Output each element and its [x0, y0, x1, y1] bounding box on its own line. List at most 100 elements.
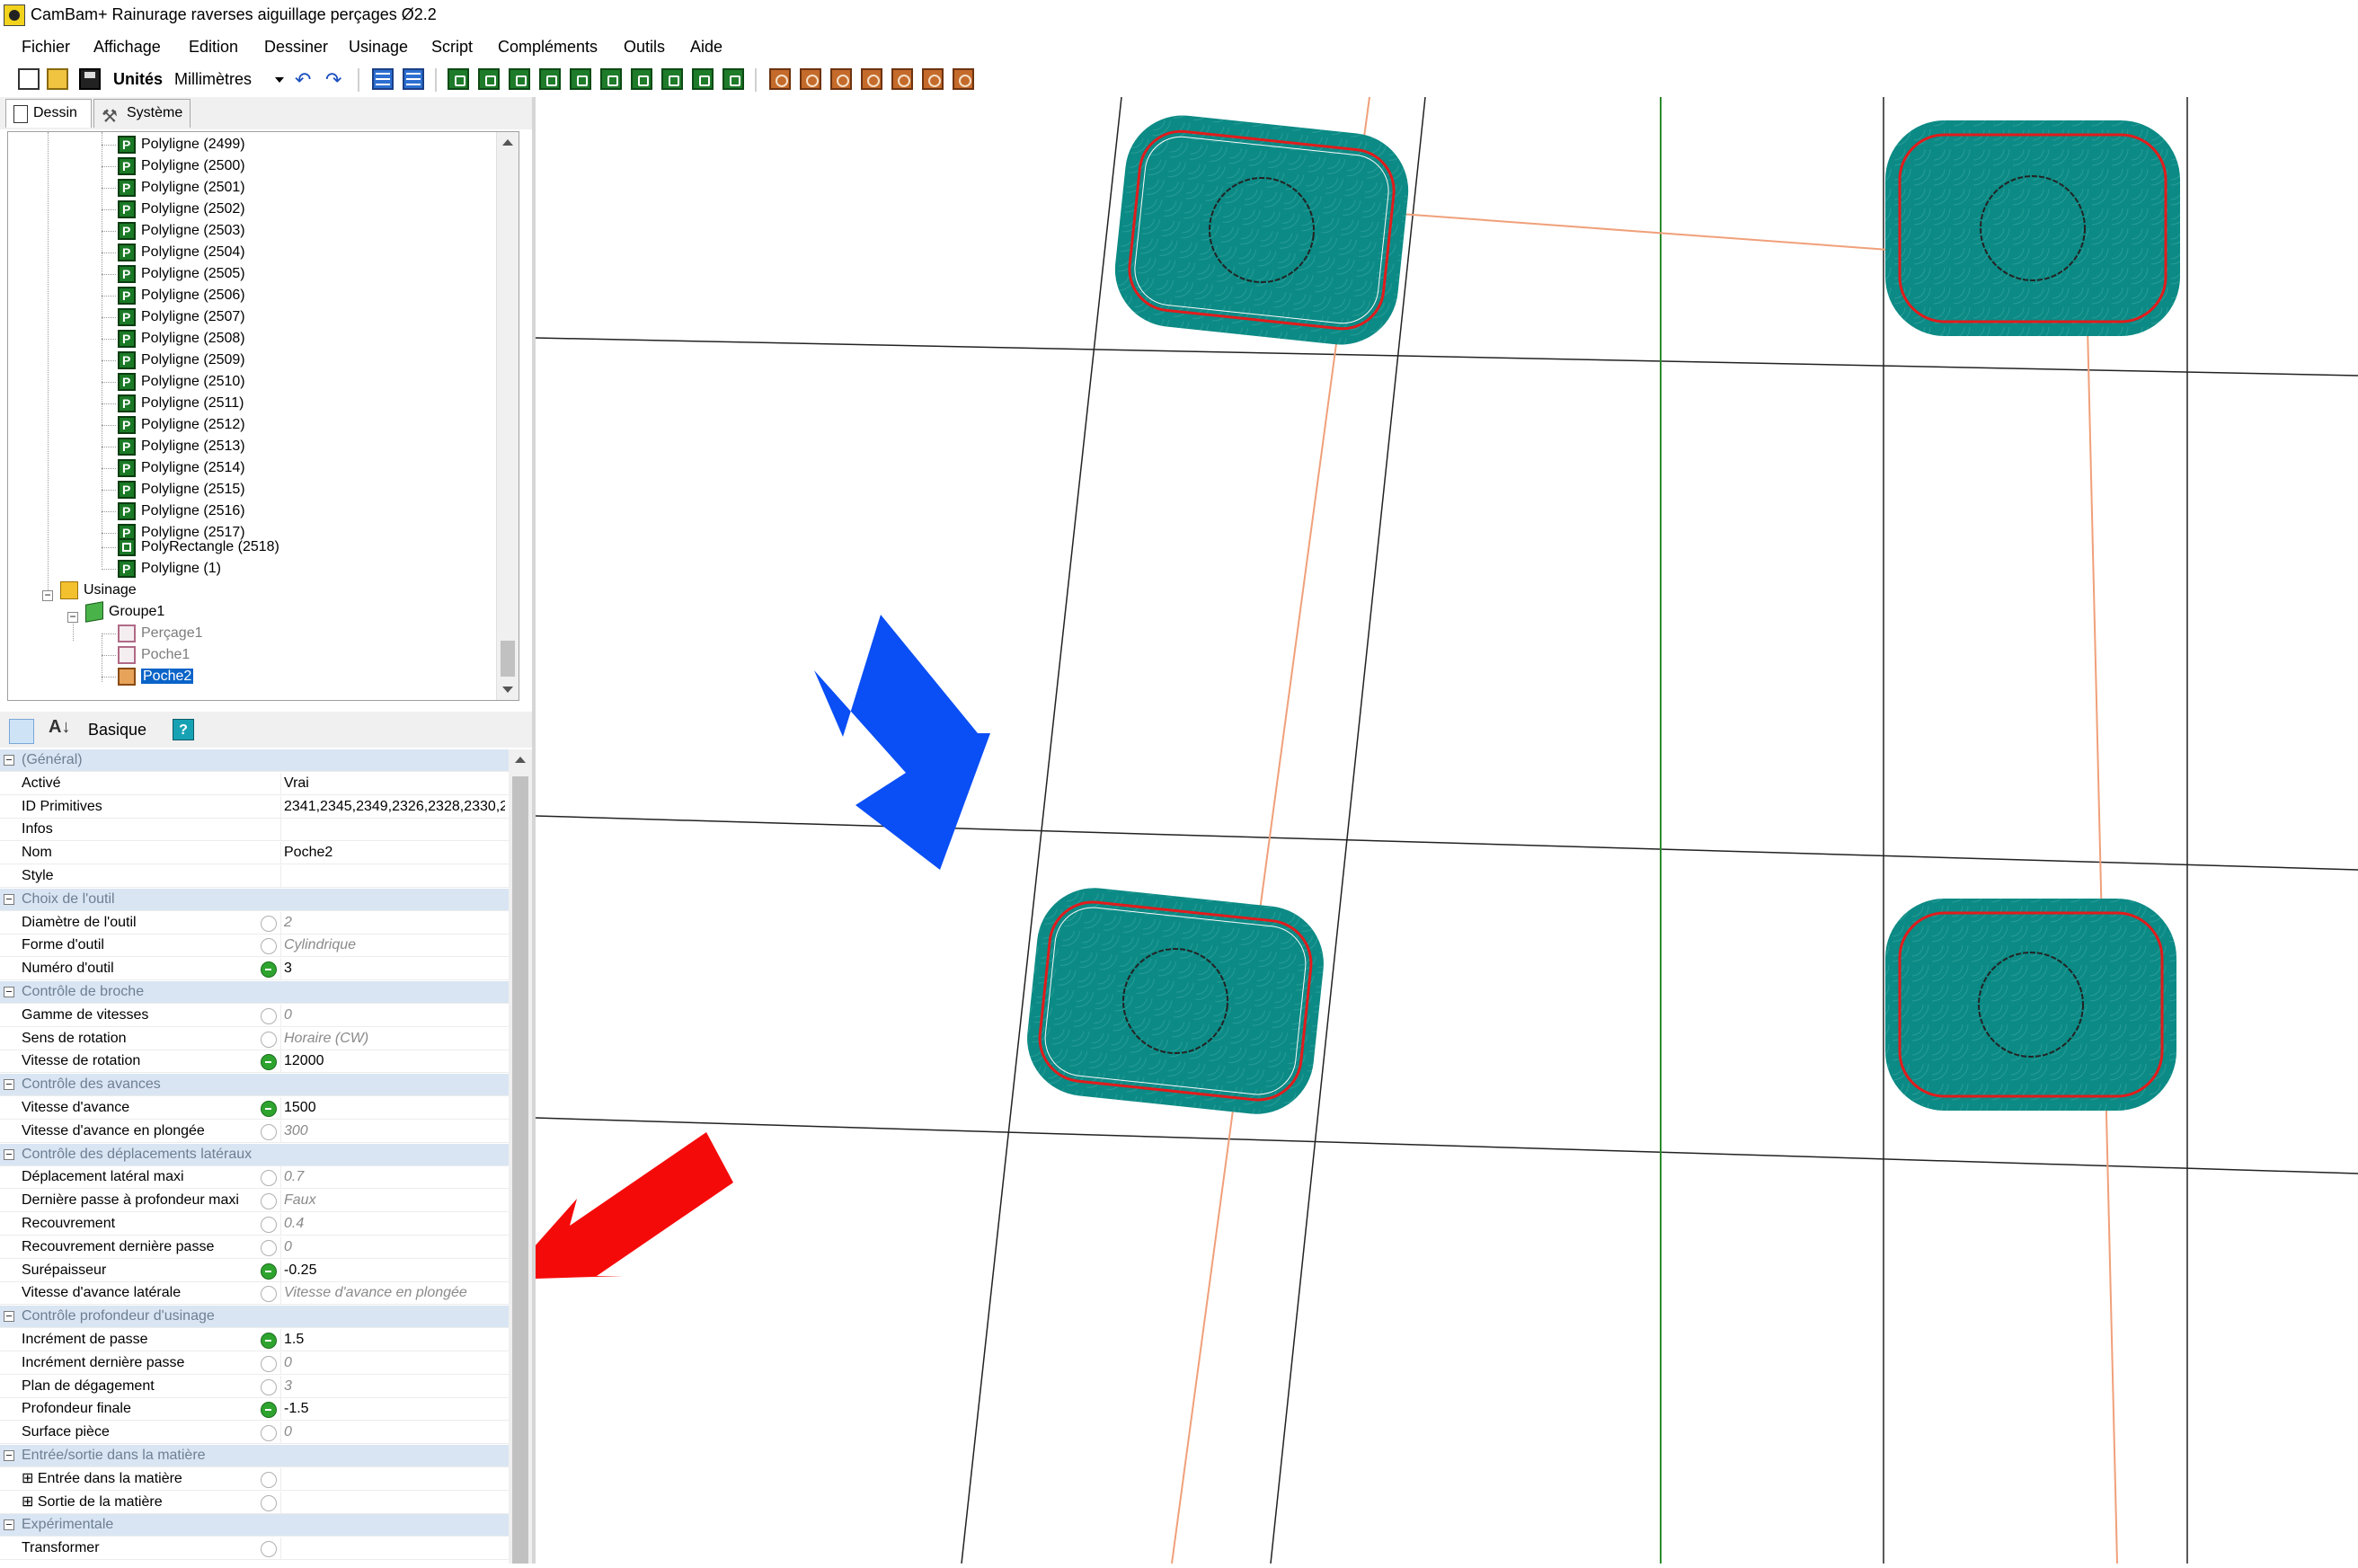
tree-item-polyline[interactable]: Polyligne (2503) — [102, 220, 245, 242]
property-row[interactable]: Surépaisseur -0.25 — [0, 1259, 509, 1282]
property-value[interactable]: 1500 — [284, 1097, 505, 1119]
property-category[interactable]: Contrôle de broche — [0, 981, 509, 1004]
property-row[interactable]: Vitesse d'avance latérale Vitesse d'avanc… — [0, 1282, 509, 1306]
drawing-canvas[interactable] — [505, 96, 2358, 1564]
op-pocket-icon[interactable] — [800, 68, 821, 90]
property-row[interactable]: Gamme de vitesses 0 — [0, 1004, 509, 1027]
pocket-shape[interactable] — [1885, 120, 2180, 336]
default-value-icon[interactable] — [261, 1123, 277, 1140]
property-value[interactable]: -0.25 — [284, 1260, 505, 1281]
tree-item-poche1[interactable]: Poche1 — [102, 644, 190, 666]
tree-item-polyline[interactable]: Polyligne (2511) — [102, 393, 244, 414]
op-3d-icon[interactable] — [891, 68, 913, 90]
property-row[interactable]: Déplacement latéral maxi 0.7 — [0, 1166, 509, 1190]
property-row[interactable]: Diamètre de l'outil 2 — [0, 911, 509, 935]
property-category[interactable]: Expérimentale — [0, 1514, 509, 1537]
draw-line-icon[interactable] — [692, 68, 714, 90]
tree-item-polyline[interactable]: Polyligne (2510) — [102, 371, 245, 393]
scroll-thumb[interactable] — [501, 641, 515, 677]
property-value[interactable]: 2341,2345,2349,2326,2328,2330,2 — [284, 796, 505, 818]
menu-usinage[interactable]: Usinage — [349, 38, 408, 57]
undo-icon[interactable]: ↶ — [295, 68, 311, 92]
tree-scrollbar[interactable] — [496, 132, 519, 700]
override-icon[interactable] — [261, 1101, 277, 1117]
menu-edition[interactable]: Edition — [189, 38, 238, 57]
tree-item-polyline[interactable]: Polyligne (2505) — [102, 263, 245, 285]
menu-dessiner[interactable]: Dessiner — [264, 38, 328, 57]
default-value-icon[interactable] — [261, 1471, 277, 1488]
property-value[interactable]: Cylindrique — [284, 935, 505, 956]
default-value-icon[interactable] — [261, 1494, 277, 1511]
op-gcode-icon[interactable] — [953, 68, 974, 90]
property-category[interactable]: (Général) — [0, 749, 509, 772]
tree-item-polyline[interactable]: Polyligne (2501) — [102, 177, 245, 199]
default-value-icon[interactable] — [261, 938, 277, 955]
snap-grid-icon[interactable] — [372, 68, 394, 90]
menu-script[interactable]: Script — [431, 38, 473, 57]
override-icon[interactable] — [261, 1402, 277, 1419]
draw-rectangle-icon[interactable] — [539, 68, 561, 90]
collapse-usinage-toggle[interactable]: − — [42, 589, 53, 601]
scroll-thumb[interactable] — [512, 776, 528, 1564]
draw-polyline-icon[interactable] — [448, 68, 469, 90]
basic-mode-button[interactable]: Basique — [88, 721, 146, 740]
default-value-icon[interactable] — [261, 1378, 277, 1395]
property-scrollbar[interactable] — [509, 749, 532, 1564]
property-row[interactable]: ⊞ Sortie de la matière — [0, 1491, 509, 1514]
default-value-icon[interactable] — [261, 1239, 277, 1256]
property-row[interactable]: Profondeur finale -1.5 — [0, 1398, 509, 1422]
menu-outils[interactable]: Outils — [624, 38, 665, 57]
property-value[interactable]: 1.5 — [284, 1329, 505, 1351]
tree-item-polyline[interactable]: Polyligne (2509) — [102, 350, 245, 371]
property-value[interactable]: 300 — [284, 1121, 505, 1142]
property-row[interactable]: Sens de rotation Horaire (CW) — [0, 1027, 509, 1050]
property-row[interactable]: Infos — [0, 819, 509, 842]
collapse-category-icon[interactable] — [4, 1450, 14, 1461]
default-value-icon[interactable] — [261, 1425, 277, 1442]
tree-item-polyline[interactable]: Polyligne (2515) — [102, 479, 245, 501]
property-row[interactable]: Transformer — [0, 1537, 509, 1561]
property-value[interactable]: -1.5 — [284, 1398, 505, 1420]
tree-item-groupe1[interactable]: Groupe1 — [85, 601, 164, 623]
property-row[interactable]: Surface pièce 0 — [0, 1422, 509, 1445]
property-category[interactable]: Contrôle profondeur d'usinage — [0, 1306, 509, 1329]
tree-item-polyline[interactable]: Polyligne (2506) — [102, 285, 245, 306]
op-lathe-icon[interactable] — [922, 68, 944, 90]
default-value-icon[interactable] — [261, 1355, 277, 1372]
save-disk-icon[interactable] — [79, 68, 101, 90]
collapse-category-icon[interactable] — [4, 893, 14, 905]
op-drill-icon[interactable] — [830, 68, 852, 90]
property-row[interactable]: ⊞ Entrée dans la matière — [0, 1467, 509, 1491]
menu-affichage[interactable]: Affichage — [93, 38, 161, 57]
override-icon[interactable] — [261, 1054, 277, 1071]
op-engrave-icon[interactable] — [861, 68, 882, 90]
units-dropdown[interactable]: Millimètres — [174, 70, 280, 90]
draw-bolt-icon[interactable] — [722, 68, 744, 90]
property-row[interactable]: Recouvrement 0.4 — [0, 1213, 509, 1236]
pocket-shape[interactable] — [1110, 110, 1414, 350]
tree-item-polyline[interactable]: Polyligne (2507) — [102, 306, 245, 328]
chevron-down-icon[interactable] — [275, 77, 284, 83]
default-value-icon[interactable] — [261, 1007, 277, 1024]
property-value[interactable]: Vrai — [284, 773, 505, 794]
property-value[interactable]: 3 — [284, 958, 505, 979]
menu-fichier[interactable]: Fichier — [22, 38, 70, 57]
property-value[interactable]: Faux — [284, 1190, 505, 1211]
tree-item-poche2[interactable]: Poche2 — [102, 666, 194, 687]
draw-shape-icon[interactable] — [600, 68, 622, 90]
default-value-icon[interactable] — [261, 1217, 277, 1233]
tree-item-polyline-1[interactable]: Polyligne (1) — [102, 558, 221, 580]
tree-item-percage1[interactable]: Perçage1 — [102, 623, 203, 644]
property-value[interactable]: 0.7 — [284, 1166, 505, 1188]
default-value-icon[interactable] — [261, 1193, 277, 1210]
pocket-shape[interactable] — [1885, 899, 2176, 1111]
menu-aide[interactable]: Aide — [690, 38, 722, 57]
default-value-icon[interactable] — [261, 1031, 277, 1048]
tree-item-polyline[interactable]: Polyligne (2500) — [102, 155, 245, 177]
tree-item-polyline[interactable]: Polyligne (2513) — [102, 436, 245, 457]
collapse-category-icon[interactable] — [4, 755, 14, 766]
property-row[interactable]: Vitesse d'avance en plongée 300 — [0, 1120, 509, 1143]
collapse-category-icon[interactable] — [4, 1311, 14, 1323]
draw-circle-icon[interactable] — [478, 68, 500, 90]
redo-icon[interactable]: ↷ — [325, 68, 341, 92]
